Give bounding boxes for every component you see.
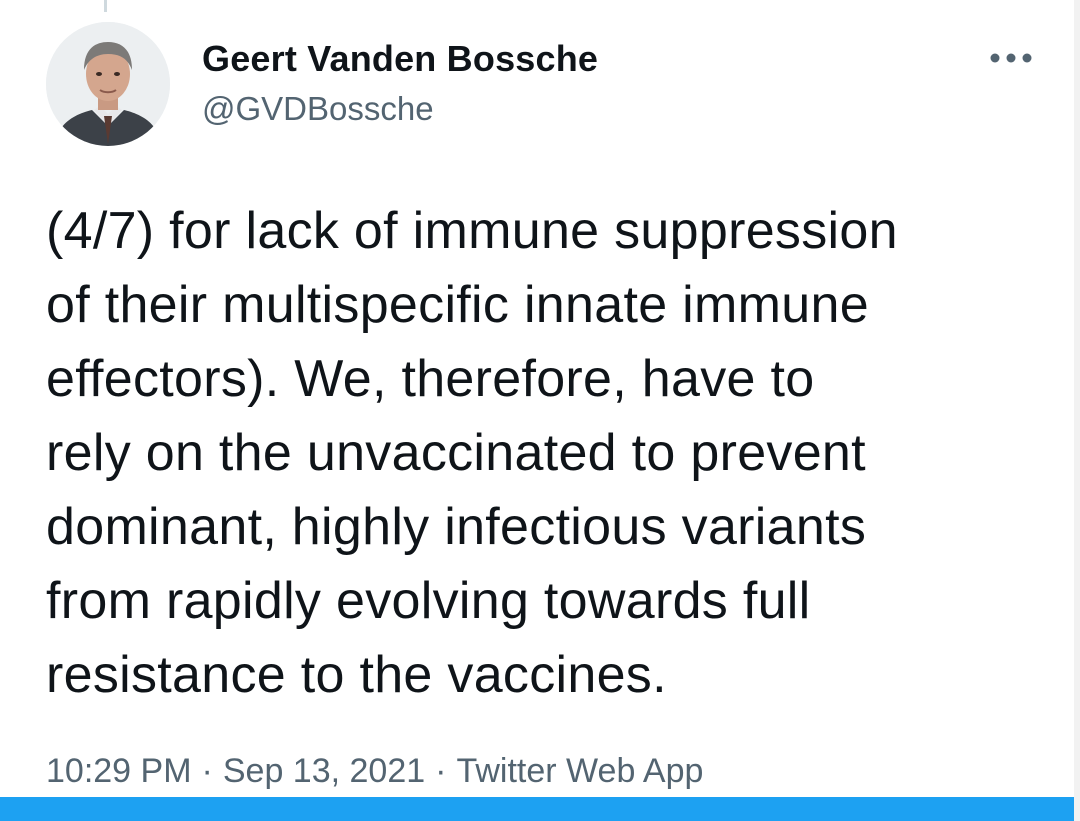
author-handle[interactable]: @GVDBossche [202,90,434,128]
author-display-name[interactable]: Geert Vanden Bossche [202,38,598,80]
profile-photo-icon [46,22,170,146]
right-edge-strip [1074,0,1080,821]
meta-separator: · [435,752,447,790]
meta-separator: · [201,752,213,790]
tweet-source[interactable]: Twitter Web App [456,752,703,790]
tweet-date[interactable]: Sep 13, 2021 [223,752,425,790]
accent-bottom-bar [0,797,1074,821]
tweet-time[interactable]: 10:29 PM [46,752,192,790]
tweet-body-text: (4/7) for lack of immune suppression of … [46,202,898,704]
tweet-metadata: 10:29 PM · Sep 13, 2021 · Twitter Web App [46,752,703,791]
more-options-button[interactable] [986,40,1036,76]
thread-connector-line [104,0,107,12]
more-horizontal-icon [990,53,1032,63]
author-avatar[interactable] [46,22,170,146]
